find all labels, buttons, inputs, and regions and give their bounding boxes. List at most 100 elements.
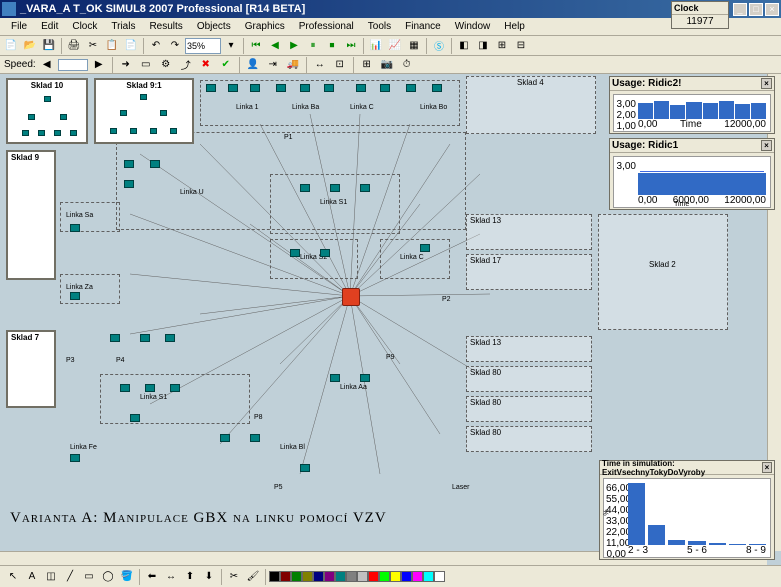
menu-tools[interactable]: Tools	[361, 19, 398, 34]
work-node[interactable]	[130, 414, 140, 422]
work-node[interactable]	[170, 384, 180, 392]
align-left-icon[interactable]: ⬅	[143, 568, 161, 586]
fill-icon[interactable]: 🪣	[118, 568, 136, 586]
menu-file[interactable]: File	[4, 19, 34, 34]
color-green[interactable]	[291, 571, 302, 582]
maximize-button[interactable]: □	[749, 3, 763, 16]
redo-icon[interactable]: ↷	[166, 37, 184, 55]
tool2-icon[interactable]: ◨	[474, 37, 492, 55]
minimize-button[interactable]: _	[733, 3, 747, 16]
work-node[interactable]	[120, 384, 130, 392]
menu-clock[interactable]: Clock	[65, 19, 104, 34]
new-icon[interactable]: 📄	[2, 37, 20, 55]
obj-check-icon[interactable]: ✔	[217, 56, 235, 74]
work-node[interactable]	[70, 224, 80, 232]
work-node[interactable]	[150, 160, 160, 168]
work-node[interactable]	[290, 249, 300, 257]
work-node[interactable]	[124, 180, 134, 188]
color-olive[interactable]	[302, 571, 313, 582]
chart-icon[interactable]: 📈	[386, 37, 404, 55]
obj-work-icon[interactable]: ⚙	[157, 56, 175, 74]
eraser-icon[interactable]: ◫	[42, 568, 60, 586]
save-icon[interactable]: 💾	[40, 37, 58, 55]
menu-help[interactable]: Help	[497, 19, 532, 34]
step-back-icon[interactable]: ◀	[266, 37, 284, 55]
timer-icon[interactable]: ⏱	[398, 56, 416, 74]
menu-window[interactable]: Window	[448, 19, 498, 34]
obj-exit-icon[interactable]: ⤴	[177, 56, 195, 74]
region-sklad4[interactable]: Sklad 4	[466, 76, 596, 134]
color-yellow[interactable]	[390, 571, 401, 582]
region-sklad80b[interactable]: Sklad 80	[466, 396, 592, 422]
play-icon[interactable]: ▶	[285, 37, 303, 55]
tool1-icon[interactable]: ◧	[455, 37, 473, 55]
region-sklad2[interactable]: Sklad 2	[598, 214, 728, 330]
color-teal[interactable]	[335, 571, 346, 582]
line-icon[interactable]: ╱	[61, 568, 79, 586]
color-maroon[interactable]	[280, 571, 291, 582]
work-node[interactable]	[300, 184, 310, 192]
color-magenta[interactable]	[412, 571, 423, 582]
pointer-icon[interactable]: ↖	[4, 568, 22, 586]
speed-slider[interactable]	[58, 59, 88, 71]
region-sklad80c[interactable]: Sklad 80	[466, 426, 592, 452]
speed-prev-icon[interactable]: ◀	[38, 56, 56, 74]
work-node[interactable]	[124, 160, 134, 168]
color-navy[interactable]	[313, 571, 324, 582]
table-icon[interactable]: ▦	[405, 37, 423, 55]
obj-entry-icon[interactable]: ➜	[117, 56, 135, 74]
open-icon[interactable]: 📂	[21, 37, 39, 55]
clip-icon[interactable]: ✂	[225, 568, 243, 586]
obj-conveyor-icon[interactable]: ⇥	[264, 56, 282, 74]
cut-icon[interactable]: ✂	[84, 37, 102, 55]
menu-trials[interactable]: Trials	[104, 19, 142, 34]
work-node[interactable]	[165, 334, 175, 342]
paste-icon[interactable]: 📄	[122, 37, 140, 55]
color-silver[interactable]	[357, 571, 368, 582]
front-icon[interactable]: ⬆	[181, 568, 199, 586]
subwindow-sklad10[interactable]: Sklad 10	[6, 78, 88, 144]
zoom-combo[interactable]	[185, 38, 221, 54]
undo-icon[interactable]: ↶	[147, 37, 165, 55]
print-icon[interactable]: 🖨	[65, 37, 83, 55]
work-node[interactable]	[330, 184, 340, 192]
rect-icon[interactable]: ▭	[80, 568, 98, 586]
work-node[interactable]	[220, 434, 230, 442]
obj-vehicle-icon[interactable]: 🚚	[284, 56, 302, 74]
link-icon[interactable]: ↔	[311, 56, 329, 74]
work-node[interactable]	[300, 464, 310, 472]
skype-icon[interactable]: Ⓢ	[430, 37, 448, 55]
region-sklad13[interactable]: Sklad 13	[466, 214, 592, 250]
obj-lock-icon[interactable]: ✖	[197, 56, 215, 74]
camera-icon[interactable]: 📷	[378, 56, 396, 74]
zoom-dropdown-icon[interactable]: ▾	[222, 37, 240, 55]
region-sklad80a[interactable]: Sklad 80	[466, 366, 592, 392]
panel-close-button[interactable]: ×	[762, 462, 772, 473]
panel-close-button[interactable]: ×	[761, 78, 772, 89]
color-black[interactable]	[269, 571, 280, 582]
work-node[interactable]	[145, 384, 155, 392]
work-node[interactable]	[420, 244, 430, 252]
ellipse-icon[interactable]: ◯	[99, 568, 117, 586]
work-node[interactable]	[250, 434, 260, 442]
menu-edit[interactable]: Edit	[34, 19, 65, 34]
subwindow-sklad91[interactable]: Sklad 9:1	[94, 78, 194, 144]
work-node[interactable]	[70, 292, 80, 300]
align-center-icon[interactable]: ↔	[162, 568, 180, 586]
tool4-icon[interactable]: ⊟	[512, 37, 530, 55]
stop-icon[interactable]: ⏹	[323, 37, 341, 55]
color-lime[interactable]	[379, 571, 390, 582]
color-gray[interactable]	[346, 571, 357, 582]
menu-objects[interactable]: Objects	[190, 19, 238, 34]
menu-results[interactable]: Results	[142, 19, 189, 34]
color-white[interactable]	[434, 571, 445, 582]
step-fwd-icon[interactable]: ⏭	[342, 37, 360, 55]
snap-icon[interactable]: ⊞	[358, 56, 376, 74]
work-node[interactable]	[110, 334, 120, 342]
work-node[interactable]	[360, 374, 370, 382]
group-icon[interactable]: ⊡	[331, 56, 349, 74]
color-red[interactable]	[368, 571, 379, 582]
rewind-icon[interactable]: ⏮	[247, 37, 265, 55]
menu-graphics[interactable]: Graphics	[238, 19, 292, 34]
brush-icon[interactable]: 🖌	[244, 568, 262, 586]
